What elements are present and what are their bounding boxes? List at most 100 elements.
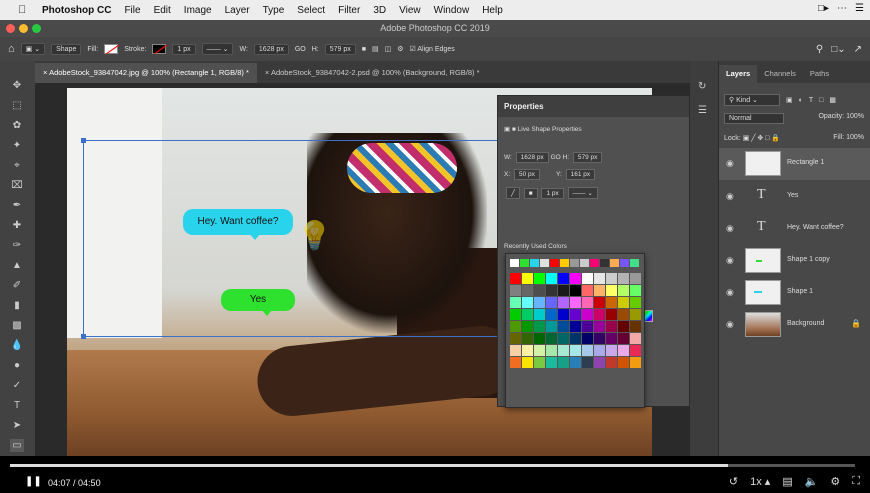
- color-swatch[interactable]: [630, 297, 641, 308]
- menu-window[interactable]: Window: [434, 5, 470, 16]
- menu-3d[interactable]: 3D: [373, 5, 386, 16]
- properties-panel-icon[interactable]: ☰: [698, 105, 707, 116]
- color-swatch[interactable]: [618, 309, 629, 320]
- color-swatch[interactable]: [534, 273, 545, 284]
- color-swatch[interactable]: [618, 321, 629, 332]
- eye-icon[interactable]: ◉: [726, 287, 734, 298]
- color-swatch[interactable]: [558, 297, 569, 308]
- color-swatch[interactable]: [534, 333, 545, 344]
- color-swatch[interactable]: [558, 357, 569, 368]
- yes-speech-bubble[interactable]: Yes: [221, 289, 295, 316]
- color-swatch[interactable]: [582, 333, 593, 344]
- tab-document-1[interactable]: × AdobeStock_93847042.jpg @ 100% (Rectan…: [35, 63, 257, 83]
- prop-link-button[interactable]: GO: [551, 154, 561, 161]
- color-swatch[interactable]: [534, 309, 545, 320]
- fill-control[interactable]: Fill: 100%: [833, 134, 864, 141]
- home-icon[interactable]: ⌂: [8, 43, 15, 55]
- h-field[interactable]: 579 px: [324, 43, 356, 55]
- recent-swatch[interactable]: [590, 259, 599, 267]
- color-swatch[interactable]: [594, 309, 605, 320]
- color-swatch[interactable]: [570, 285, 581, 296]
- color-swatch[interactable]: [534, 321, 545, 332]
- color-swatch[interactable]: [630, 345, 641, 356]
- color-swatch[interactable]: [522, 285, 533, 296]
- color-swatch[interactable]: [558, 309, 569, 320]
- share-icon[interactable]: ↗: [854, 44, 862, 55]
- color-swatch[interactable]: [534, 285, 545, 296]
- menu-type[interactable]: Type: [263, 5, 285, 16]
- recent-swatch[interactable]: [530, 259, 539, 267]
- color-swatch[interactable]: [558, 285, 569, 296]
- recent-swatch[interactable]: [580, 259, 589, 267]
- color-swatch[interactable]: [630, 285, 641, 296]
- layer-row-background[interactable]: ◉ Background 🔒: [719, 309, 870, 341]
- color-swatch[interactable]: [630, 309, 641, 320]
- color-swatch[interactable]: [582, 297, 593, 308]
- color-swatch[interactable]: [630, 333, 641, 344]
- menu-file[interactable]: File: [124, 5, 140, 16]
- recent-swatch[interactable]: [610, 259, 619, 267]
- color-swatch[interactable]: [618, 345, 629, 356]
- more-icon[interactable]: ⋯: [837, 3, 847, 14]
- stroke-type-select[interactable]: —— ⌄: [201, 43, 234, 55]
- filter-shape-icon[interactable]: □: [819, 97, 823, 104]
- stroke-width-field[interactable]: 1 px: [172, 43, 196, 55]
- prop-stroke-swatch[interactable]: ■: [523, 188, 538, 199]
- color-swatch[interactable]: [510, 333, 521, 344]
- color-swatch[interactable]: [594, 285, 605, 296]
- color-swatch[interactable]: [606, 309, 617, 320]
- recent-swatch[interactable]: [560, 259, 569, 267]
- color-swatch[interactable]: [522, 333, 533, 344]
- color-swatch[interactable]: [618, 273, 629, 284]
- transform-handle[interactable]: [81, 334, 86, 339]
- prop-w-field[interactable]: 1628 px: [515, 152, 549, 163]
- screen-record-icon[interactable]: □▸: [818, 3, 829, 14]
- eraser-tool-icon[interactable]: ▮: [10, 299, 24, 312]
- marquee-tool-icon[interactable]: ⬚: [10, 99, 24, 112]
- layer-row-shape-1[interactable]: ◉ Shape 1: [719, 277, 870, 309]
- quick-select-tool-icon[interactable]: ✦: [10, 139, 24, 152]
- move-tool-icon[interactable]: ✥: [10, 79, 24, 92]
- color-swatch[interactable]: [606, 357, 617, 368]
- tab-paths[interactable]: Paths: [803, 65, 836, 83]
- eye-icon[interactable]: ◉: [726, 158, 734, 169]
- w-field[interactable]: 1628 px: [253, 43, 289, 55]
- color-swatch[interactable]: [606, 273, 617, 284]
- path-arrangement-icon[interactable]: ◫: [385, 45, 392, 53]
- zoom-window-button[interactable]: [32, 24, 41, 33]
- color-swatch[interactable]: [570, 321, 581, 332]
- workspace-icon[interactable]: □⌄: [831, 44, 845, 55]
- color-swatch[interactable]: [618, 357, 629, 368]
- color-swatch[interactable]: [570, 357, 581, 368]
- apple-icon[interactable]: : [18, 4, 30, 16]
- color-swatch[interactable]: [582, 321, 593, 332]
- recent-swatch[interactable]: [550, 259, 559, 267]
- color-swatch[interactable]: [510, 357, 521, 368]
- recent-swatch[interactable]: [570, 259, 579, 267]
- color-swatch[interactable]: [594, 345, 605, 356]
- color-swatch[interactable]: [570, 309, 581, 320]
- type-tool-icon[interactable]: T: [10, 399, 24, 412]
- color-swatch[interactable]: [522, 345, 533, 356]
- color-swatch[interactable]: [582, 285, 593, 296]
- tab-layers[interactable]: Layers: [719, 65, 758, 83]
- color-swatch[interactable]: [558, 345, 569, 356]
- gradient-tool-icon[interactable]: ▩: [10, 319, 24, 332]
- color-swatch[interactable]: [534, 297, 545, 308]
- stroke-swatch[interactable]: [152, 44, 167, 54]
- menu-image[interactable]: Image: [184, 5, 212, 16]
- healing-tool-icon[interactable]: ✚: [10, 219, 24, 232]
- menu-edit[interactable]: Edit: [154, 5, 171, 16]
- color-swatch[interactable]: [510, 297, 521, 308]
- color-swatch[interactable]: [510, 273, 521, 284]
- color-swatch[interactable]: [582, 345, 593, 356]
- color-swatch[interactable]: [582, 357, 593, 368]
- lasso-tool-icon[interactable]: ✿: [10, 119, 24, 132]
- history-panel-icon[interactable]: ↻: [698, 81, 706, 92]
- color-swatch[interactable]: [618, 285, 629, 296]
- color-swatch[interactable]: [630, 273, 641, 284]
- color-swatch[interactable]: [630, 321, 641, 332]
- eye-icon[interactable]: ◉: [726, 319, 734, 330]
- tab-channels[interactable]: Channels: [757, 65, 803, 83]
- search-icon[interactable]: ⚲: [816, 44, 823, 55]
